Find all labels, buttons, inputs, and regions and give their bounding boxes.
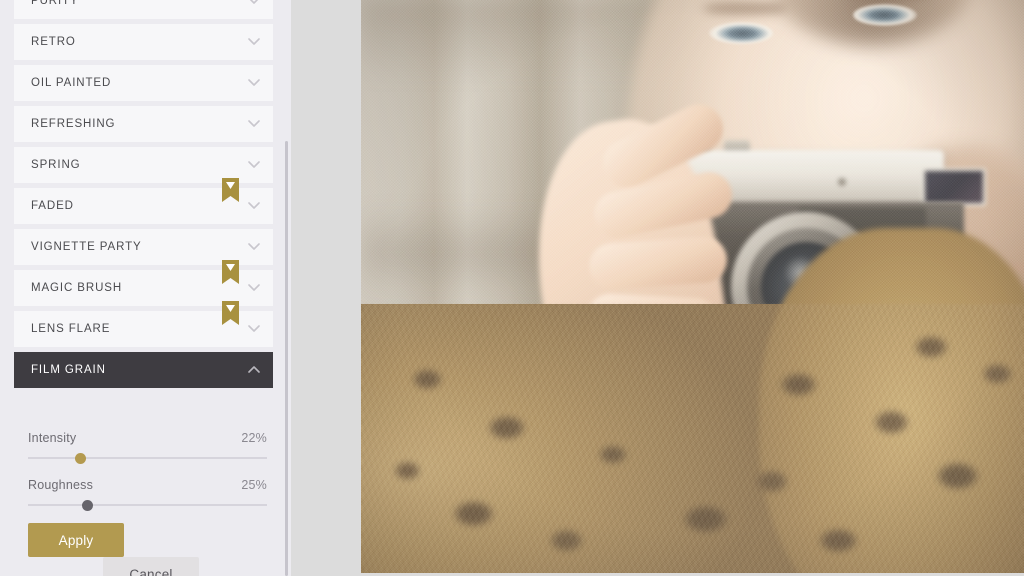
slider-header: Intensity 22%: [28, 412, 267, 445]
effect-label: FADED: [31, 200, 74, 212]
chevron-up-icon[interactable]: [248, 364, 260, 375]
cancel-button[interactable]: Cancel: [103, 557, 199, 576]
effect-label: MAGIC BRUSH: [31, 282, 123, 294]
photo-editor-window: PURITY RETRO OIL PAINTED REFRESHING SPRING FA…: [0, 0, 1024, 576]
effect-row-film-grain[interactable]: FILM GRAIN: [14, 352, 273, 388]
effect-label: LENS FLARE: [31, 323, 111, 335]
effect-label: RETRO: [31, 36, 76, 48]
slider-intensity: Intensity 22%: [28, 412, 267, 464]
slider-value: 22%: [241, 431, 267, 445]
slider-header: Roughness 25%: [28, 459, 267, 492]
chevron-down-icon[interactable]: [248, 323, 260, 334]
slider-value: 25%: [241, 478, 267, 492]
premium-ribbon-icon: [222, 178, 239, 202]
apply-button[interactable]: Apply: [28, 523, 124, 557]
effect-row-purity[interactable]: PURITY: [14, 0, 273, 19]
effect-row-oil-painted[interactable]: OIL PAINTED: [14, 65, 273, 101]
slider-roughness: Roughness 25%: [28, 459, 267, 511]
premium-ribbon-icon: [222, 260, 239, 284]
effect-row-refreshing[interactable]: REFRESHING: [14, 106, 273, 142]
effect-label: PURITY: [31, 0, 79, 7]
chevron-down-icon[interactable]: [248, 200, 260, 211]
effect-label: FILM GRAIN: [31, 364, 106, 376]
slider-label: Roughness: [28, 478, 94, 492]
chevron-down-icon[interactable]: [248, 282, 260, 293]
canvas-area: [291, 0, 1024, 576]
effects-list: PURITY RETRO OIL PAINTED REFRESHING SPRING FA…: [0, 0, 291, 393]
effect-row-faded[interactable]: FADED: [14, 178, 273, 224]
chevron-down-icon[interactable]: [248, 77, 260, 88]
effect-row-lens-flare[interactable]: LENS FLARE: [14, 301, 273, 347]
vignette-overlay: [361, 0, 1024, 573]
premium-ribbon-icon: [222, 301, 239, 325]
chevron-down-icon[interactable]: [248, 159, 260, 170]
slider-label: Intensity: [28, 431, 77, 445]
photo-preview[interactable]: [361, 0, 1024, 573]
film-grain-controls: Intensity 22% Roughness 25%: [0, 412, 291, 511]
slider-track[interactable]: [28, 452, 267, 464]
effect-label: SPRING: [31, 159, 81, 171]
slider-track[interactable]: [28, 499, 267, 511]
effect-row-retro[interactable]: RETRO: [14, 24, 273, 60]
slider-handle[interactable]: [75, 452, 87, 464]
chevron-down-icon[interactable]: [248, 0, 259, 6]
action-button-bar: Apply Cancel: [0, 523, 291, 576]
slider-handle[interactable]: [82, 499, 94, 511]
sidebar-scrollbar-thumb[interactable]: [285, 141, 288, 576]
effect-label: OIL PAINTED: [31, 77, 112, 89]
chevron-down-icon[interactable]: [248, 36, 260, 47]
effects-sidebar: PURITY RETRO OIL PAINTED REFRESHING SPRING FA…: [0, 0, 291, 576]
effect-label: VIGNETTE PARTY: [31, 241, 142, 253]
effect-label: REFRESHING: [31, 118, 116, 130]
chevron-down-icon[interactable]: [248, 241, 260, 252]
chevron-down-icon[interactable]: [248, 118, 260, 129]
